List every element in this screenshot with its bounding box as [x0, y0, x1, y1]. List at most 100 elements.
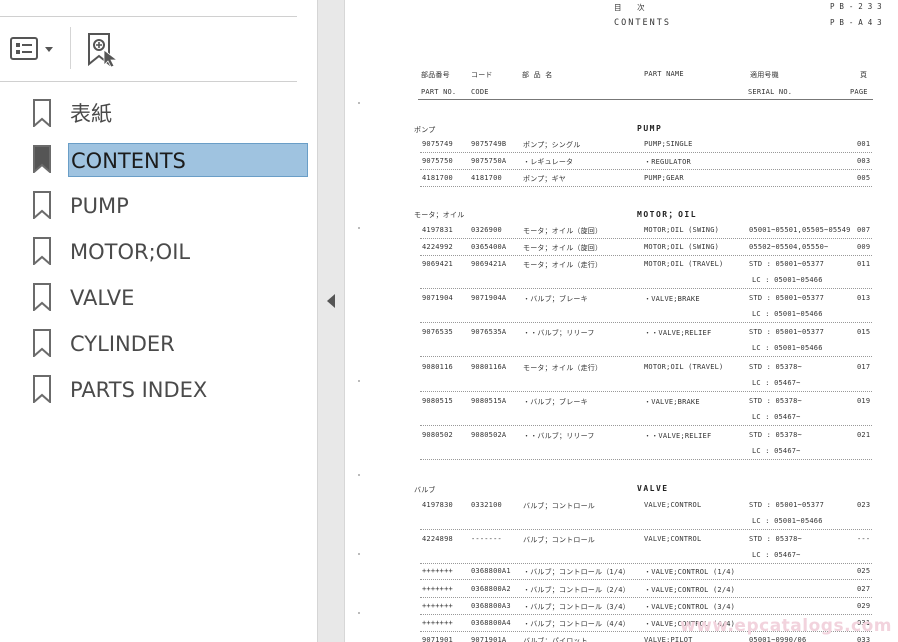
bookmark-item-motor-oil[interactable]: MOTOR;OIL — [0, 228, 318, 270]
row-en-name: ・・VALVE;RELIEF — [644, 329, 712, 337]
row-jp-name: バルブ；コントロール — [523, 502, 595, 510]
row-part-no: 9080515 — [422, 397, 453, 405]
row-serial: STD : 05378~ — [749, 535, 802, 543]
row-page: 013 — [857, 294, 871, 302]
row-jp-name: モータ；オイル（旋回） — [523, 227, 603, 235]
row-page: 023 — [857, 501, 871, 509]
row-divider — [420, 597, 872, 598]
row-serial-lc: LC : 05467~ — [752, 447, 801, 455]
row-divider — [420, 322, 872, 323]
col-page-jp: 頁 — [860, 71, 868, 79]
bookmark-item-cylinder[interactable]: CYLINDER — [0, 320, 318, 362]
bookmark-icon — [33, 99, 51, 129]
row-divider — [420, 238, 872, 239]
scan-speck — [358, 553, 360, 555]
bookmark-label: PARTS INDEX — [70, 378, 208, 402]
bookmark-label: 表紙 — [70, 102, 112, 126]
row-part-no: +++++++ — [422, 602, 453, 610]
row-en-name: ・VALVE;BRAKE — [644, 295, 700, 303]
bookmark-item-cover[interactable]: 表紙 — [0, 90, 318, 132]
row-divider — [420, 288, 872, 289]
row-code: 9071904A — [471, 294, 507, 302]
row-page: 003 — [857, 157, 871, 165]
row-page: 005 — [857, 174, 871, 182]
bookmarks-panel: 表紙 CONTENTS PUMP MOTOR;OIL VALVE CYLINDER PART… — [0, 0, 318, 642]
bookmark-icon — [33, 329, 51, 359]
row-page: 017 — [857, 363, 871, 371]
add-bookmark-button[interactable] — [84, 31, 122, 69]
section-jp-label: ポンプ — [414, 126, 436, 134]
row-jp-name: ・バルブ；コントロール（4/4） — [523, 620, 630, 628]
row-en-name: ・VALVE;CONTROL (2/4) — [644, 586, 736, 594]
collapse-left-icon — [327, 294, 335, 308]
row-part-no: 9080502 — [422, 431, 453, 439]
col-part-no: PART NO. — [421, 88, 457, 96]
row-code: 9075749B — [471, 140, 507, 148]
row-jp-name: ・バルブ；ブレーキ — [523, 398, 588, 406]
row-part-no: 9071901 — [422, 636, 453, 642]
panel-collapse-strip — [318, 0, 345, 642]
bookmark-item-pump[interactable]: PUMP — [0, 182, 318, 224]
row-divider — [420, 169, 872, 170]
document-page[interactable]: 目 次 CONTENTS P B - 2 3 3 P B - A 4 3 部品番… — [346, 0, 898, 642]
row-serial: 05502~05504,05550~ — [749, 243, 829, 251]
row-part-no: 4197831 — [422, 226, 453, 234]
row-code: 0368800A1 — [471, 567, 511, 575]
row-jp-name: ・バルブ；コントロール（1/4） — [523, 568, 630, 576]
row-serial-lc: LC : 05467~ — [752, 413, 801, 421]
watermark-text: www.epcatalogs.com — [679, 616, 892, 636]
row-part-no: 9080116 — [422, 363, 453, 371]
row-serial: STD : 05378~ — [749, 363, 802, 371]
col-part-name: PART NAME — [644, 70, 684, 78]
row-page: 029 — [857, 602, 871, 610]
bookmark-item-contents[interactable]: CONTENTS — [0, 136, 318, 178]
bookmark-options-button[interactable] — [8, 35, 58, 63]
row-divider — [420, 425, 872, 426]
row-code: 0368800A4 — [471, 619, 511, 627]
row-divider — [420, 614, 872, 615]
col-name-jp: 部 品 名 — [522, 71, 553, 79]
bookmark-options-icon — [10, 37, 53, 60]
row-part-no: 4224898 — [422, 535, 453, 543]
collapse-panel-button[interactable] — [324, 290, 338, 312]
bookmark-icon — [33, 237, 51, 267]
row-jp-name: モータ；オイル（旋回） — [523, 244, 603, 252]
row-page: 019 — [857, 397, 871, 405]
col-code: CODE — [471, 88, 489, 96]
col-part-no-jp: 部品番号 — [421, 71, 450, 79]
doc-jp-title: 目 次 — [614, 3, 645, 12]
row-divider — [420, 563, 872, 564]
doc-code-2: P B - A 4 3 — [830, 18, 882, 27]
row-jp-name: ・・バルブ；リリーフ — [523, 329, 595, 337]
row-page: 033 — [857, 636, 871, 642]
row-page: --- — [857, 535, 871, 543]
scan-speck — [358, 380, 360, 382]
row-part-no: 9076535 — [422, 328, 453, 336]
row-jp-name: ・レギュレータ — [523, 158, 574, 166]
row-serial-lc: LC : 05467~ — [752, 379, 801, 387]
scan-speck — [358, 102, 360, 104]
section-jp-label: モータ；オイル — [414, 211, 465, 219]
row-en-name: VALVE;PILOT — [644, 636, 693, 642]
row-page: 011 — [857, 260, 871, 268]
row-page: 001 — [857, 140, 871, 148]
bookmark-item-valve[interactable]: VALVE — [0, 274, 318, 316]
row-code: 0332100 — [471, 501, 502, 509]
row-en-name: ・VALVE;BRAKE — [644, 398, 700, 406]
row-divider — [420, 391, 872, 392]
row-part-no: 4181700 — [422, 174, 453, 182]
bookmark-item-parts-index[interactable]: PARTS INDEX — [0, 366, 318, 408]
row-serial-lc: LC : 05001~05466 — [752, 276, 823, 284]
bookmark-label: CYLINDER — [70, 332, 175, 356]
row-en-name: MOTOR;OIL (SWING) — [644, 243, 720, 251]
row-serial-lc: LC : 05001~05466 — [752, 310, 823, 318]
row-jp-name: ポンプ；シングル — [523, 141, 581, 149]
row-part-no: +++++++ — [422, 585, 453, 593]
row-serial: STD : 05378~ — [749, 397, 802, 405]
row-en-name: ・・VALVE;RELIEF — [644, 432, 712, 440]
row-en-name: ・VALVE;CONTROL (3/4) — [644, 603, 736, 611]
row-en-name: MOTOR;OIL (TRAVEL) — [644, 363, 724, 371]
row-divider — [420, 459, 872, 460]
row-code: 9071901A — [471, 636, 507, 642]
bookmark-icon — [33, 283, 51, 313]
